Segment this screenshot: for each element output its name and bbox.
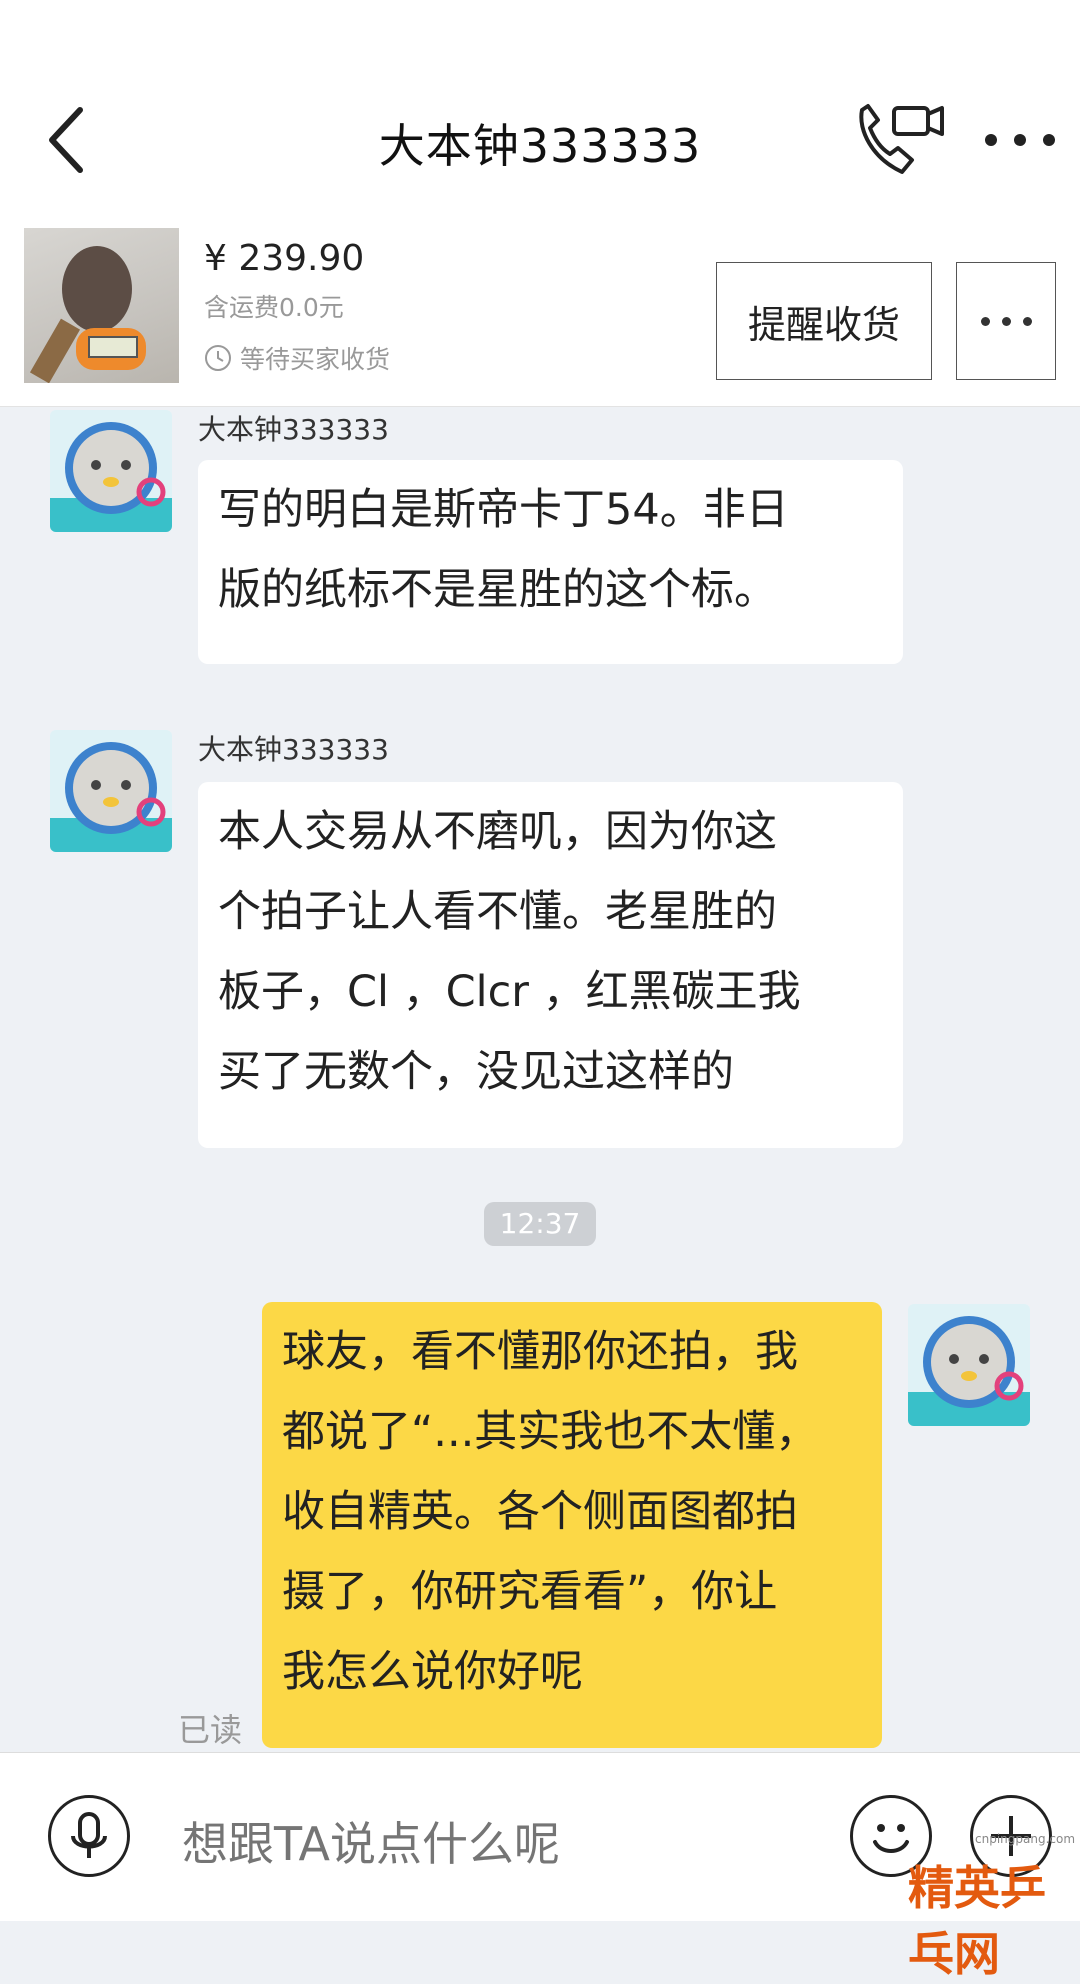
sender-name: 大本钟333333 (198, 413, 389, 446)
remind-receipt-button[interactable]: 提醒收货 (716, 262, 932, 380)
top-bar: 大本钟333333 (0, 0, 1080, 220)
avatar[interactable] (50, 410, 172, 532)
order-more-button[interactable] (956, 262, 1056, 380)
order-card: ¥ 239.90 含运费0.0元 等待买家收货 提醒收货 (0, 220, 1080, 407)
microphone-icon[interactable] (48, 1795, 130, 1877)
watermark-url: cnpingpang.com (975, 1832, 1076, 1846)
order-price: ¥ 239.90 (204, 238, 365, 279)
sender-name: 大本钟333333 (198, 733, 389, 766)
timestamp: 12:37 (484, 1202, 596, 1246)
order-status-text: 等待买家收货 (240, 345, 391, 374)
message-input[interactable] (180, 1813, 824, 1875)
read-status: 已读 (178, 1711, 243, 1749)
product-thumbnail[interactable] (24, 228, 179, 383)
message-bubble[interactable]: 写的明白是斯帝卡丁54。非日 版的纸标不是星胜的这个标。 (198, 460, 903, 664)
watermark-logo: 精英乒乓网 (908, 1861, 1046, 1981)
shipping-fee: 含运费0.0元 (204, 293, 344, 322)
order-status: 等待买家收货 (204, 340, 390, 376)
my-message-bubble[interactable]: 球友，看不懂那你还拍，我 都说了“...其实我也不太懂， 收自精英。各个侧面图都… (262, 1302, 882, 1748)
avatar[interactable] (50, 730, 172, 852)
message-bubble[interactable]: 本人交易从不磨叽，因为你这 个拍子让人看不懂。老星胜的 板子，Cl ，Clcr … (198, 782, 903, 1148)
ellipsis-icon[interactable] (985, 110, 1055, 170)
clock-icon (205, 345, 231, 371)
my-avatar[interactable] (908, 1304, 1030, 1426)
phone-video-icon[interactable] (850, 100, 950, 180)
